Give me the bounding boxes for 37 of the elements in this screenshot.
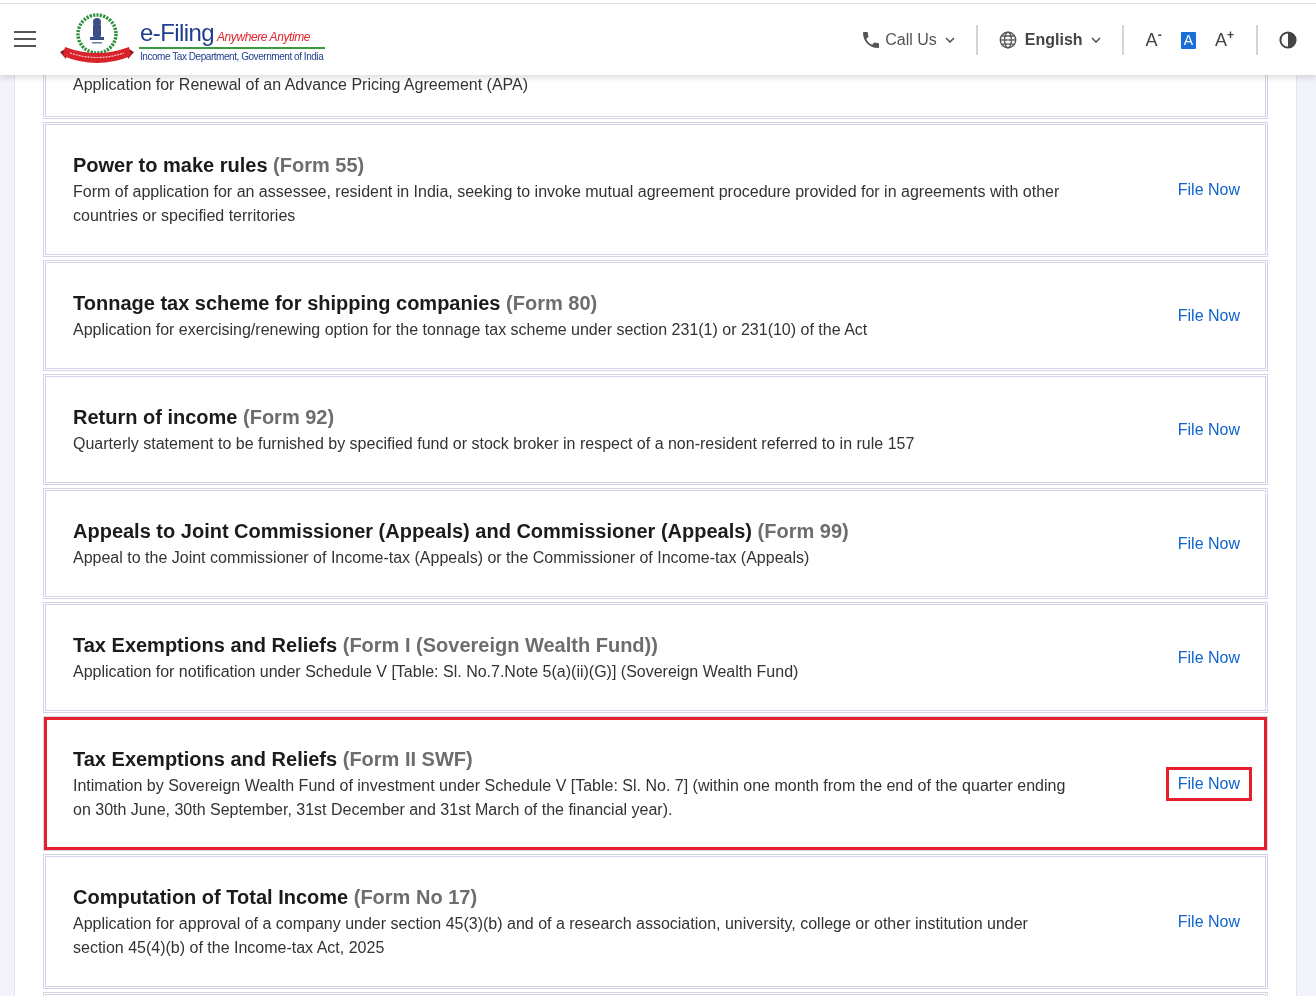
form-title: Appeals to Joint Commissioner (Appeals) and Commissioner (Appeals) (Form 99) <box>73 519 850 544</box>
chevron-down-icon <box>1090 37 1101 43</box>
form-description: Application for approval of a company under section 45(3)(b) and of a research association, university, college or other institution under section 45(4)(b) of the Income-tax Act, 2025 <box>73 914 1029 958</box>
file-now-link[interactable]: File Now <box>1177 535 1240 553</box>
form-description: Application for exercising/renewing option for the tonnage tax scheme under section 231(1) or 231(10) of the Act <box>73 320 869 340</box>
font-size-button[interactable]: A$^{+}$ <box>1213 31 1235 49</box>
call-us-dropdown[interactable]: Call Us <box>863 31 955 49</box>
form-description: Application for Renewal of an Advance Pricing Agreement (APA) <box>73 75 530 95</box>
contrast-icon[interactable] <box>1279 31 1297 49</box>
file-now-link[interactable]: File Now <box>1177 421 1240 439</box>
form-description: Appeal to the Joint commissioner of Income-tax (Appeals) or the Commissioner of Income-tax (Appeals) <box>73 548 811 568</box>
file-now-link[interactable]: File Now <box>1177 913 1240 931</box>
file-now-link[interactable]: File Now <box>1177 307 1240 325</box>
form-title: Computation of Total Income (Form No 17) <box>73 885 479 910</box>
chevron-down-icon <box>944 37 955 43</box>
emblem-logo-icon <box>60 12 134 66</box>
brand-tagline: Anywhere Anytime <box>216 29 311 44</box>
brand-subtitle: Income Tax Department, Government of India <box>140 50 325 63</box>
menu-icon[interactable] <box>14 31 36 47</box>
file-now-link[interactable]: File Now <box>1177 181 1240 199</box>
font-size-button[interactable]: A$^{-}$ <box>1144 31 1163 49</box>
form-description: Form of application for an assessee, resident in India, seeking to invoke mutual agreement procedure provided for in agreements with other countries or specified territories <box>73 182 1061 226</box>
language-dropdown[interactable]: English <box>998 31 1101 49</box>
font-size-button[interactable]: A <box>1180 31 1196 49</box>
form-title: Tax Exemptions and Reliefs (Form I (Sovereign Wealth Fund)) <box>73 633 659 658</box>
phone-icon <box>863 32 880 48</box>
form-title: Power to make rules (Form 55) <box>73 153 366 178</box>
form-title: Return of income (Form 92) <box>73 405 336 430</box>
form-title: Tax Exemptions and Reliefs (Form II SWF) <box>73 747 474 772</box>
file-now-link[interactable]: File Now <box>1165 767 1252 801</box>
brand-title: e-Filing <box>140 19 214 46</box>
form-title: Tonnage tax scheme for shipping companies (Form 80) <box>73 291 599 316</box>
form-description: Quarterly statement to be furnished by specified fund or stock broker in respect of a non-resident referred to in rule 157 <box>73 434 916 454</box>
form-description: Application for notification under Schedule V [Table: Sl. No.7.Note 5(a)(ii)(G)] (Sovereign Wealth Fund) <box>73 662 800 682</box>
form-description: Intimation by Sovereign Wealth Fund of investment under Schedule V [Table: Sl. No. 7] (within one month from the end of the quarter ending on 30th June, 30th September, 31st December and 31st March of the financial year). <box>73 776 1067 820</box>
globe-icon <box>998 31 1017 49</box>
file-now-link[interactable]: File Now <box>1177 649 1240 667</box>
